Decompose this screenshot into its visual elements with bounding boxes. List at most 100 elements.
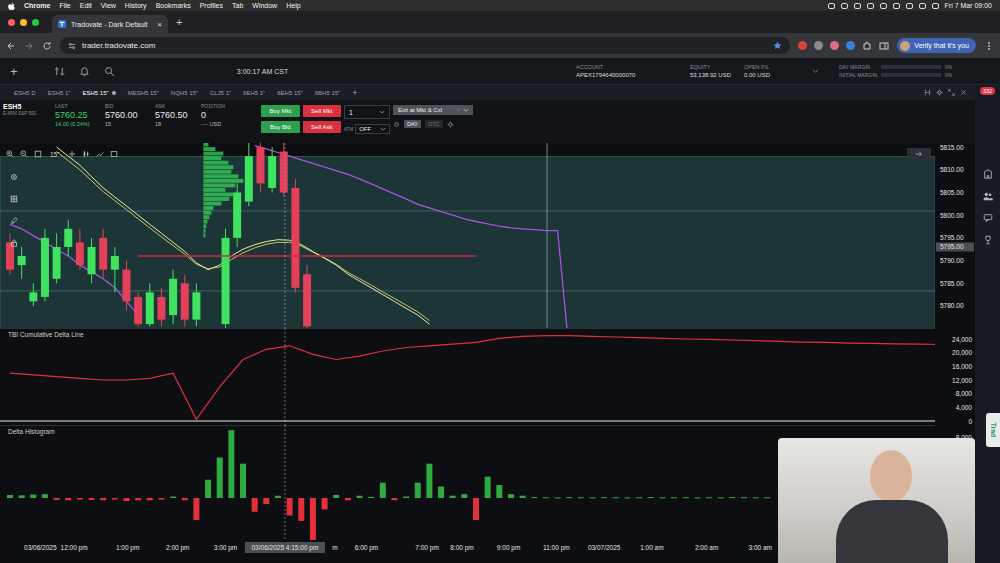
exit-button[interactable]: Exit at Mkt & Cxl [393, 105, 473, 115]
close-dot[interactable] [8, 19, 15, 26]
search-icon[interactable] [104, 66, 115, 77]
extension-icon[interactable] [798, 41, 807, 50]
order-button[interactable]: Sell Ask [303, 121, 342, 133]
add-button[interactable]: + [10, 64, 40, 79]
order-button[interactable]: Sell Mkt [303, 105, 342, 117]
candles-icon[interactable] [82, 150, 90, 158]
histogram-bar [54, 498, 60, 500]
status-icon[interactable] [841, 3, 848, 9]
crosshair-icon[interactable] [68, 150, 76, 158]
puzzle-icon[interactable] [862, 41, 872, 51]
settings-icon[interactable] [393, 121, 400, 128]
menu-item[interactable]: File [59, 2, 70, 9]
url-field[interactable]: trader.tradovate.com [60, 37, 790, 54]
extension-icon[interactable] [814, 41, 823, 50]
browser-tab[interactable]: Tradovate - Dark Default × [52, 15, 168, 33]
menu-item[interactable]: Edit [80, 2, 92, 9]
order-button[interactable]: Buy Bid [261, 121, 300, 133]
h-bars-icon[interactable] [924, 89, 931, 96]
duration-toggle[interactable]: DAY [404, 120, 421, 128]
layers-icon[interactable] [110, 150, 118, 158]
extension-icon[interactable] [846, 41, 855, 50]
extension-icon[interactable] [830, 41, 839, 50]
new-tab-button[interactable]: + [176, 16, 182, 28]
instrument-tab[interactable]: ESH5 15" [77, 90, 122, 96]
apple-icon[interactable] [8, 2, 15, 10]
zoom-in-icon[interactable] [6, 150, 14, 158]
menu-dots-icon[interactable] [984, 41, 994, 51]
price-chart-canvas[interactable]: 5815.005810.005805.005800.005795.005790.… [0, 143, 975, 328]
chevron-down-icon[interactable] [812, 69, 819, 74]
status-icon[interactable] [932, 3, 939, 9]
zoom-dot[interactable] [32, 19, 39, 26]
level-line[interactable] [138, 255, 476, 257]
menu-app[interactable]: Chrome [24, 2, 50, 9]
scroll-to-now-button[interactable] [907, 148, 931, 160]
order-button[interactable]: Buy Mkt [261, 105, 300, 117]
instrument-tab[interactable]: CLJ5 1" [204, 90, 237, 96]
instrument-tab[interactable]: 6EH5 1" [237, 90, 271, 96]
instrument-tab[interactable]: MESH5 15" [122, 90, 165, 96]
menu-item[interactable]: Bookmarks [156, 2, 191, 9]
tab-close[interactable]: × [157, 20, 162, 29]
grid-icon[interactable] [10, 195, 18, 203]
people-icon[interactable] [983, 191, 993, 201]
account-selector[interactable]: ACCOUNT APEX1794640000070 [576, 64, 690, 78]
profile-button[interactable]: Verify that it's you [897, 38, 976, 53]
add-tab-button[interactable]: + [346, 88, 363, 98]
status-icon[interactable] [919, 3, 926, 9]
gear-icon[interactable] [447, 121, 454, 128]
atm-select[interactable]: OFF [355, 124, 390, 134]
building-icon[interactable] [983, 169, 993, 179]
side-tab[interactable]: Trad [986, 413, 1000, 447]
instrument-tab[interactable]: 6EH5 15" [271, 90, 308, 96]
instrument-tab[interactable]: ESH5 1" [42, 90, 77, 96]
trophy-icon[interactable] [983, 235, 993, 245]
zoom-out-icon[interactable] [20, 150, 28, 158]
gear-icon[interactable] [936, 89, 943, 96]
forward-icon[interactable] [24, 41, 34, 51]
menu-item[interactable]: History [125, 2, 147, 9]
status-icon[interactable] [906, 3, 913, 9]
status-icon[interactable] [880, 3, 887, 9]
arrows-icon[interactable] [54, 66, 65, 77]
interval-select[interactable]: 15" [48, 151, 62, 158]
lock-icon[interactable] [10, 239, 18, 247]
bookmark-star-icon[interactable] [773, 41, 782, 50]
status-icon[interactable] [867, 3, 874, 9]
back-icon[interactable] [6, 41, 16, 51]
indicators-icon[interactable] [96, 150, 104, 158]
instrument-tabs: ESH5 DESH5 1"ESH5 15"MESH5 15"NQH5 15"CL… [0, 85, 975, 100]
reload-icon[interactable] [42, 41, 52, 51]
instrument-tab[interactable]: NQH5 15" [165, 90, 204, 96]
instrument-tab[interactable]: 6BH5 15" [309, 90, 346, 96]
quantity-field[interactable]: 1 [344, 105, 390, 119]
menu-item[interactable]: Help [286, 2, 300, 9]
cumulative-delta-panel[interactable]: TBI Cumulative Delta Line24,00020,00016,… [0, 328, 975, 425]
menu-item[interactable]: Profiles [200, 2, 223, 9]
notification-badge[interactable]: 332 [980, 87, 995, 95]
menu-item[interactable]: View [101, 2, 116, 9]
site-info-icon[interactable] [68, 42, 76, 50]
price-chart[interactable]: 5815.005810.005805.005800.005795.005790.… [0, 143, 975, 328]
exit-menu[interactable] [458, 108, 473, 113]
chat-icon[interactable] [983, 213, 993, 223]
minimize-dot[interactable] [20, 19, 27, 26]
interval-icon[interactable] [34, 150, 42, 158]
duration-toggle[interactable]: GTC [425, 120, 443, 128]
url-text: trader.tradovate.com [82, 41, 767, 50]
cumulative-delta-canvas[interactable]: TBI Cumulative Delta Line24,00020,00016,… [0, 328, 975, 425]
sidebar-icon[interactable] [879, 41, 889, 51]
menu-item[interactable]: Tab [232, 2, 243, 9]
pencil-icon[interactable] [10, 217, 18, 225]
menu-item[interactable]: Window [252, 2, 277, 9]
expand-icon[interactable] [948, 89, 955, 96]
target-icon[interactable] [10, 173, 18, 181]
instrument-tab[interactable]: ESH5 D [8, 90, 42, 96]
close-icon[interactable] [960, 89, 967, 96]
status-icon[interactable] [854, 3, 861, 9]
bell-icon[interactable] [79, 66, 90, 77]
status-icon[interactable] [893, 3, 900, 9]
status-icon[interactable] [828, 3, 835, 9]
menu-clock[interactable]: Fri 7 Mar 09:00 [945, 2, 992, 9]
